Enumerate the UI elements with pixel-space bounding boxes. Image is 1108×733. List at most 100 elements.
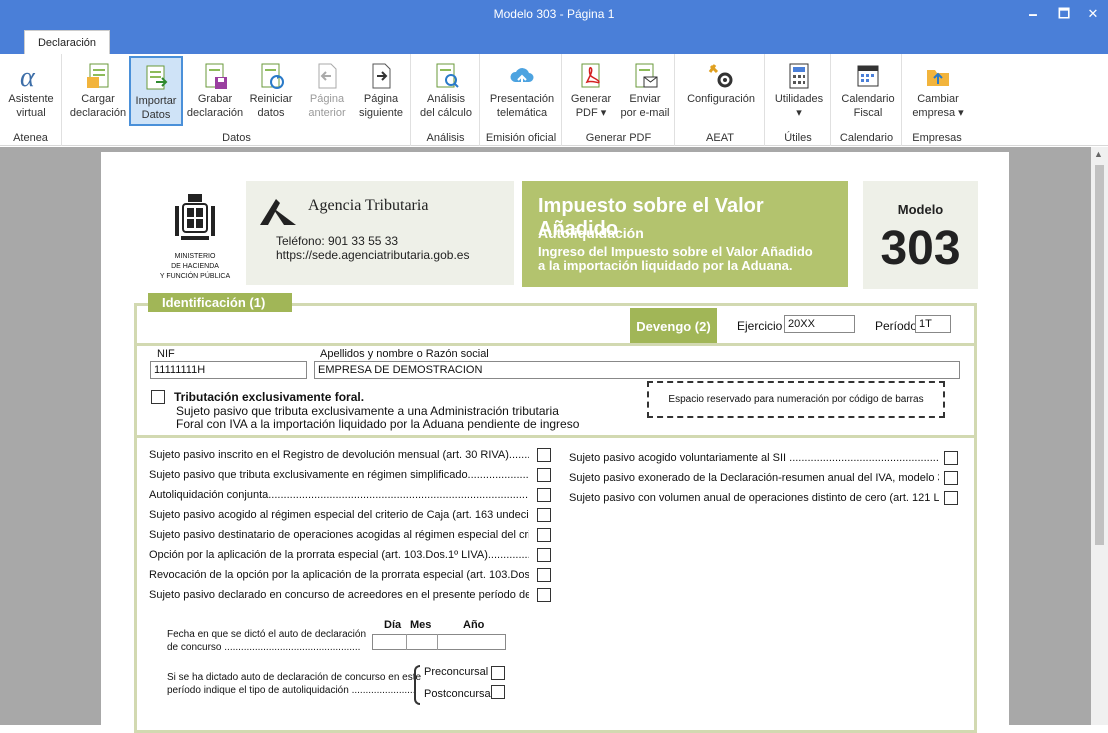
postconcursal-checkbox[interactable]: [491, 685, 505, 699]
group-label-atenea: Atenea: [13, 132, 48, 144]
generar-pdf-button[interactable]: Generar PDF ▾: [565, 56, 617, 126]
modelo-box: Modelo 303: [863, 181, 978, 289]
pagina-anterior-button[interactable]: Página anterior: [301, 56, 353, 126]
group-label-analisis: Análisis: [426, 132, 465, 144]
tab-declaracion[interactable]: Declaración: [24, 30, 110, 54]
group-utiles: Utilidades ▾ Útiles: [766, 54, 831, 146]
checklist-item-label: Sujeto pasivo exonerado de la Declaració…: [569, 472, 939, 484]
window-title: Modelo 303 - Página 1: [493, 7, 615, 21]
divider: [137, 435, 977, 438]
agency-logo-icon: [260, 199, 296, 225]
importar-datos-button[interactable]: Importar Datos: [129, 56, 183, 126]
grabar-declaracion-button[interactable]: Grabar declaración: [185, 56, 245, 126]
checklist-checkbox[interactable]: [537, 588, 551, 602]
load-icon: [87, 63, 109, 88]
group-label-empresas: Empresas: [912, 132, 962, 144]
modelo-number: 303: [880, 222, 961, 275]
pagina-siguiente-button[interactable]: Página siguiente: [353, 56, 409, 126]
save-icon: [205, 63, 227, 89]
checklist-checkbox[interactable]: [944, 491, 958, 505]
asistente-virtual-button[interactable]: α Asistente virtual: [2, 56, 60, 126]
ejercicio-field[interactable]: 20XX: [784, 315, 855, 333]
checklist-checkbox[interactable]: [537, 568, 551, 582]
checklist-item-label: Sujeto pasivo acogido al régimen especia…: [149, 509, 529, 521]
group-analisis: Análisis del cálculo Análisis: [412, 54, 480, 146]
utilidades-button[interactable]: Utilidades ▾: [769, 56, 829, 126]
group-pdf: Generar PDF ▾ Enviar por e-mail Generar …: [563, 54, 675, 146]
configuracion-button[interactable]: Configuración: [679, 56, 763, 126]
ministry-seal: MINISTERIO DE HACIENDA Y FUNCIÓN PÚBLICA: [157, 192, 233, 280]
form-page: MINISTERIO DE HACIENDA Y FUNCIÓN PÚBLICA…: [101, 152, 1009, 733]
razon-social-field[interactable]: EMPRESA DE DEMOSTRACION: [314, 361, 960, 379]
title-bar: Modelo 303 - Página 1 🗕 🗖 ✕: [0, 0, 1108, 30]
agency-box: Agencia Tributaria Teléfono: 901 33 55 3…: [246, 181, 514, 285]
checklist-checkbox[interactable]: [537, 468, 551, 482]
group-calendario: Calendario Fiscal Calendario: [832, 54, 902, 146]
fecha-concurso-field[interactable]: [372, 634, 506, 650]
group-label-emision: Emisión oficial: [485, 132, 557, 144]
checklist-item-label: Sujeto pasivo inscrito en el Registro de…: [149, 449, 529, 461]
calendario-fiscal-button[interactable]: Calendario Fiscal: [835, 56, 901, 126]
ribbon: α Asistente virtual Atenea Cargar declar…: [0, 54, 1108, 146]
prev-page-icon: [318, 63, 337, 89]
divider: [406, 634, 407, 650]
preconcursal-checkbox[interactable]: [491, 666, 505, 680]
group-aeat: Configuración AEAT: [676, 54, 765, 146]
reiniciar-datos-button[interactable]: Reiniciar datos: [245, 56, 297, 126]
checklist-item-label: Sujeto pasivo acogido voluntariamente al…: [569, 452, 939, 464]
analisis-calculo-button[interactable]: Análisis del cálculo: [416, 56, 476, 126]
divider: [137, 343, 977, 346]
periodo-field[interactable]: 1T: [915, 315, 951, 333]
divider: [437, 634, 438, 650]
group-label-aeat: AEAT: [706, 132, 734, 144]
checklist-checkbox[interactable]: [537, 528, 551, 542]
maximize-button[interactable]: 🗖: [1053, 4, 1075, 24]
brace: [414, 665, 420, 705]
scroll-up-icon[interactable]: ▲: [1094, 149, 1103, 159]
vertical-scrollbar[interactable]: ▲: [1091, 147, 1108, 725]
cargar-declaracion-button[interactable]: Cargar declaración: [67, 56, 129, 126]
checklist-item-label: Sujeto pasivo destinatario de operacione…: [149, 529, 529, 541]
group-empresas: Cambiar empresa ▾ Empresas: [903, 54, 971, 146]
group-label-utiles: Útiles: [784, 132, 812, 144]
group-emision: Presentación telemática Emisión oficial: [481, 54, 562, 146]
barcode-area: Espacio reservado para numeración por có…: [647, 381, 945, 418]
next-page-icon: [372, 63, 391, 89]
devengo-header: Devengo (2): [630, 308, 717, 345]
checklist-checkbox[interactable]: [944, 451, 958, 465]
checklist-checkbox[interactable]: [537, 548, 551, 562]
email-icon: [635, 63, 658, 88]
cloud-upload-icon: [510, 68, 534, 86]
foral-checkbox[interactable]: [151, 390, 165, 404]
minimize-button[interactable]: 🗕: [1022, 4, 1044, 24]
tax-title-box: Impuesto sobre el Valor Añadido Autoliqu…: [522, 181, 848, 287]
import-icon: [146, 65, 168, 90]
group-datos: Cargar declaración Importar Datos Grabar…: [63, 54, 411, 146]
presentacion-telematica-button[interactable]: Presentación telemática: [484, 56, 560, 126]
alpha-icon: α: [20, 62, 36, 90]
group-label-datos: Datos: [222, 132, 251, 144]
enviar-email-button[interactable]: Enviar por e-mail: [617, 56, 673, 126]
checklist-item-label: Autoliquidación conjunta................…: [149, 489, 529, 501]
checklist-checkbox[interactable]: [537, 508, 551, 522]
group-label-calendario: Calendario: [839, 132, 894, 144]
nif-field[interactable]: 11111111H: [150, 361, 307, 379]
svg-text:α: α: [20, 62, 36, 90]
group-label-pdf: Generar PDF: [585, 132, 652, 144]
checklist-item-label: Sujeto pasivo con volumen anual de opera…: [569, 492, 939, 504]
cambiar-empresa-button[interactable]: Cambiar empresa ▾: [906, 56, 970, 126]
ribbon-tabs: Declaración: [0, 30, 1108, 54]
reset-icon: [261, 63, 284, 89]
pdf-icon: [581, 63, 600, 88]
checklist-checkbox[interactable]: [944, 471, 958, 485]
close-button[interactable]: ✕: [1082, 4, 1104, 24]
scroll-thumb[interactable]: [1095, 165, 1104, 545]
checklist-checkbox[interactable]: [537, 488, 551, 502]
checklist-checkbox[interactable]: [537, 448, 551, 462]
calculator-icon: [789, 63, 809, 89]
checklist-item-label: Sujeto pasivo que tributa exclusivamente…: [149, 469, 529, 481]
gear-icon: [708, 64, 733, 88]
folder-icon: [927, 70, 949, 86]
checklist-item-label: Revocación de la opción por la aplicació…: [149, 569, 529, 581]
checklist-item-label: Sujeto pasivo declarado en concurso de a…: [149, 589, 529, 601]
